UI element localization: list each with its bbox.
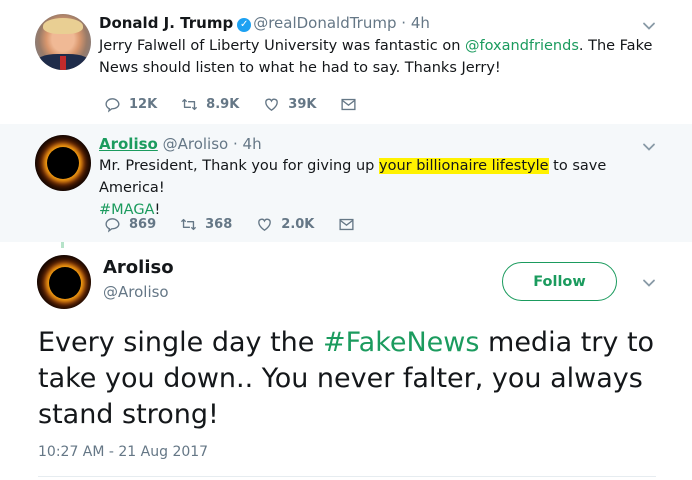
chevron-down-icon[interactable]: [642, 139, 656, 153]
tweet-time[interactable]: · 4h: [401, 14, 430, 32]
dm-button[interactable]: [340, 96, 357, 113]
tweet-header: Aroliso @Aroliso · 4h: [99, 135, 262, 153]
focused-avatar[interactable]: [37, 255, 91, 309]
mail-icon: [341, 98, 357, 110]
heart-icon: [265, 98, 279, 111]
focused-timestamp[interactable]: 10:27 AM - 21 Aug 2017: [38, 444, 208, 460]
retweet-button[interactable]: 368: [180, 216, 232, 233]
highlighted-text: your billionaire lifestyle: [379, 158, 549, 174]
reply-button[interactable]: 12K: [104, 96, 157, 113]
chevron-down-icon[interactable]: [642, 275, 656, 289]
retweet-button[interactable]: 8.9K: [181, 96, 239, 113]
tweet-actions: 12K 8.9K 39K: [104, 95, 381, 113]
mention-link[interactable]: @foxandfriends: [465, 38, 579, 54]
divider: [38, 476, 656, 477]
tweet-text: Jerry Falwell of Liberty University was …: [99, 38, 653, 76]
focused-author-handle[interactable]: @Aroliso: [103, 283, 169, 301]
tweet-trump[interactable]: Donald J. Trump ✓ @realDonaldTrump · 4h Je…: [0, 0, 692, 124]
author-handle[interactable]: @realDonaldTrump: [253, 14, 396, 32]
focused-author-name[interactable]: Aroliso: [103, 257, 174, 278]
tweet-actions: 869 368 2.0K: [104, 215, 379, 233]
retweet-icon: [181, 218, 197, 230]
author-name[interactable]: Donald J. Trump: [99, 14, 233, 32]
tweet-time[interactable]: · 4h: [233, 135, 262, 153]
tweet-header: Donald J. Trump ✓ @realDonaldTrump · 4h: [99, 14, 430, 32]
like-button[interactable]: 39K: [263, 96, 316, 113]
reply-icon: [105, 217, 120, 232]
heart-icon: [258, 218, 272, 231]
tweet-text: Mr. President, Thank you for giving up y…: [99, 158, 607, 218]
avatar[interactable]: [35, 135, 91, 191]
avatar[interactable]: [35, 14, 91, 70]
focused-tweet-text: Every single day the #FakeNews media try…: [38, 327, 655, 430]
tweet-aroliso-reply[interactable]: Aroliso @Aroliso · 4h Mr. President, Tha…: [0, 124, 692, 242]
chevron-down-icon[interactable]: [642, 18, 656, 32]
dm-button[interactable]: [338, 216, 355, 233]
verified-badge-icon: ✓: [237, 18, 252, 32]
hashtag-link[interactable]: #FakeNews: [323, 327, 479, 358]
reply-icon: [105, 97, 120, 112]
author-name[interactable]: Aroliso: [99, 135, 158, 153]
reply-button[interactable]: 869: [104, 216, 156, 233]
follow-button[interactable]: Follow: [502, 262, 617, 301]
like-button[interactable]: 2.0K: [256, 216, 314, 233]
retweet-icon: [182, 98, 198, 110]
mail-icon: [339, 218, 354, 230]
author-handle[interactable]: @Aroliso: [163, 135, 229, 153]
